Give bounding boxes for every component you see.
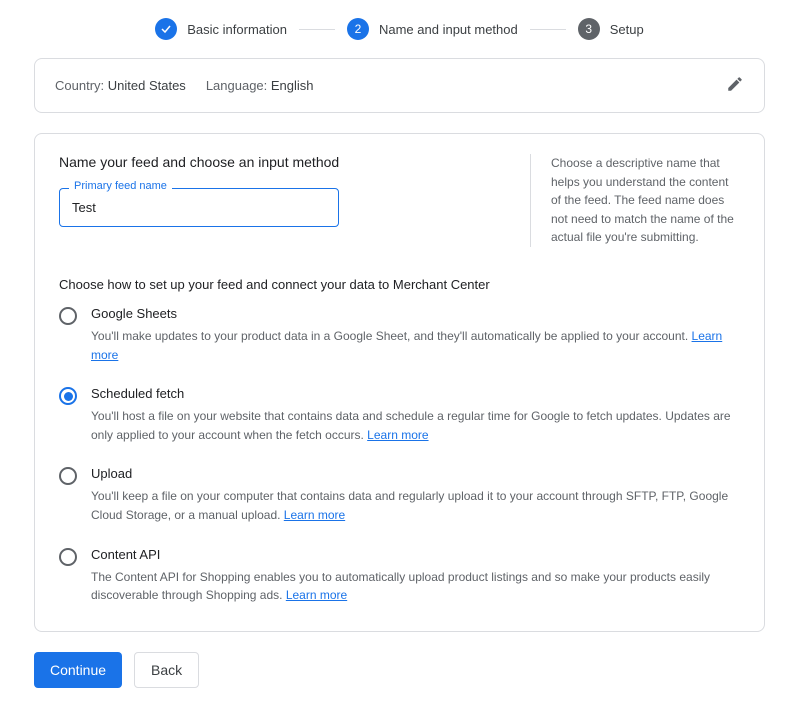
step-label: Setup [610,22,644,37]
input-method-subheading: Choose how to set up your feed and conne… [59,277,740,292]
option-scheduled-fetch[interactable]: Scheduled fetch You'll host a file on yo… [59,386,740,444]
option-content-api[interactable]: Content API The Content API for Shopping… [59,547,740,605]
section-title: Name your feed and choose an input metho… [59,154,490,170]
option-title: Content API [91,547,740,562]
option-title: Upload [91,466,740,481]
pencil-icon[interactable] [726,75,744,96]
feed-name-field-wrap: Primary feed name [59,188,339,227]
button-row: Continue Back [34,652,799,688]
learn-more-link[interactable]: Learn more [284,508,345,522]
radio-scheduled-fetch[interactable] [59,387,77,405]
option-google-sheets[interactable]: Google Sheets You'll make updates to you… [59,306,740,364]
radio-content-api[interactable] [59,548,77,566]
feed-name-input[interactable] [59,188,339,227]
step-name-and-input[interactable]: 2 Name and input method [347,18,518,40]
country-label: Country: [55,78,104,93]
radio-upload[interactable] [59,467,77,485]
language-label: Language: [206,78,267,93]
step-label: Basic information [187,22,287,37]
radio-google-sheets[interactable] [59,307,77,325]
stepper: Basic information 2 Name and input metho… [0,0,799,58]
option-desc: The Content API for Shopping enables you… [91,568,740,605]
summary-card: Country: United States Language: English [34,58,765,113]
country-value: United States [108,78,186,93]
feed-name-label: Primary feed name [69,180,172,192]
step-number: 2 [347,18,369,40]
main-card: Name your feed and choose an input metho… [34,133,765,632]
learn-more-link[interactable]: Learn more [367,428,428,442]
step-divider [299,29,335,30]
check-icon [155,18,177,40]
step-number: 3 [578,18,600,40]
step-basic-information[interactable]: Basic information [155,18,287,40]
option-title: Scheduled fetch [91,386,740,401]
option-upload[interactable]: Upload You'll keep a file on your comput… [59,466,740,524]
option-desc: You'll keep a file on your computer that… [91,487,740,524]
option-title: Google Sheets [91,306,740,321]
step-setup[interactable]: 3 Setup [578,18,644,40]
step-label: Name and input method [379,22,518,37]
continue-button[interactable]: Continue [34,652,122,688]
help-text: Choose a descriptive name that helps you… [530,154,740,247]
option-desc: You'll host a file on your website that … [91,407,740,444]
step-divider [530,29,566,30]
language-value: English [271,78,314,93]
learn-more-link[interactable]: Learn more [286,588,347,602]
back-button[interactable]: Back [134,652,199,688]
option-desc: You'll make updates to your product data… [91,327,740,364]
